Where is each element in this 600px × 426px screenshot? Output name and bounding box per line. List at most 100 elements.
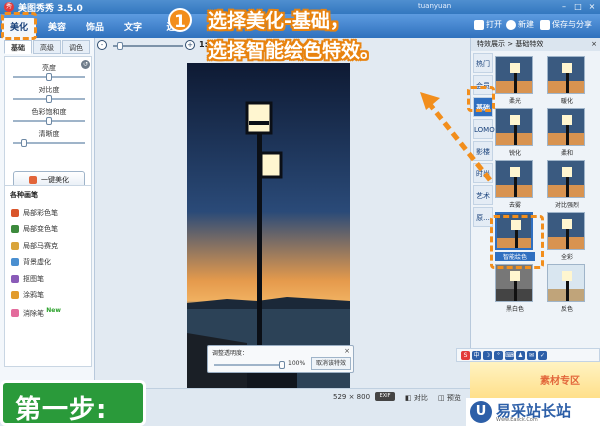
effect-label: 暖化 [560, 98, 573, 105]
zoom-in-icon[interactable]: + [185, 40, 195, 50]
new-button[interactable]: 新建 [506, 19, 534, 30]
contrast-slider[interactable] [13, 95, 85, 103]
brush-item[interactable]: 消除笔 New [11, 304, 91, 318]
subtab-color[interactable]: 调色 [62, 40, 90, 54]
step-badge: 第一步: [0, 380, 146, 426]
opacity-value: 100% [288, 360, 306, 367]
highlight-beautify-tab [1, 12, 37, 40]
recolor-brush-icon [11, 225, 19, 233]
cutout-brush-icon [11, 275, 19, 283]
effect-thumbnail[interactable] [547, 264, 585, 302]
zoom-slider[interactable] [113, 42, 183, 50]
brush-item[interactable]: 局部马赛克 [11, 239, 91, 253]
cancel-effect-button[interactable]: 取消该特效 [311, 357, 351, 370]
quick-tool-icon[interactable]: ☽ [483, 351, 492, 360]
quick-tool-icon[interactable]: ✓ [538, 351, 547, 360]
left-panel: 基础 高级 调色 ↺ 亮度 对比度 色彩饱和度 清晰度 一键美化 各种画笔 局部… [0, 38, 95, 406]
image-size: 529 × 800 [333, 393, 371, 401]
brush-item[interactable]: 局部变色笔 [11, 222, 91, 236]
opacity-thumb[interactable] [279, 361, 285, 369]
tab-text[interactable]: 文字 [116, 18, 150, 38]
site-logo-icon: U [470, 401, 492, 423]
lamp-post-photo [187, 63, 350, 393]
color-brush-icon [11, 209, 19, 217]
category-hot[interactable]: 热门 [473, 53, 493, 73]
subtab-advanced[interactable]: 高级 [33, 40, 61, 54]
quick-tool-icon[interactable]: ♟ [516, 351, 525, 360]
app-logo-icon: 秀 [4, 2, 14, 12]
brightness-slider[interactable] [13, 73, 85, 81]
quick-tool-icon[interactable]: S [461, 351, 470, 360]
effect-thumbnail[interactable] [547, 160, 585, 198]
effect-thumbnail[interactable] [495, 160, 533, 198]
effect-label: 对比强烈 [554, 202, 579, 209]
minimize-button[interactable]: – [558, 2, 570, 12]
quick-tool-icon[interactable]: ⌨ [505, 351, 514, 360]
open-button[interactable]: 打开 [474, 19, 502, 30]
effect-thumbnail[interactable] [547, 108, 585, 146]
callout-line-2: 选择智能绘色特效。 [208, 40, 380, 62]
effect-thumbnail[interactable] [495, 108, 533, 146]
tab-face[interactable]: 美容 [40, 18, 74, 38]
close-button[interactable]: × [586, 2, 598, 12]
compare-button[interactable]: ◧ 对比 [405, 393, 428, 403]
effect-thumbnail[interactable] [495, 56, 533, 94]
effect-label: 去雾 [508, 202, 521, 209]
effect-label: 全彩 [560, 254, 573, 261]
highlight-smart-color-effect [490, 215, 544, 269]
new-badge: New [46, 307, 61, 314]
opacity-label: 调整透明度： [212, 350, 249, 357]
blur-brush-icon [11, 258, 19, 266]
adjust-subtabs: 基础 高级 调色 [4, 40, 92, 54]
effect-label: 柔和 [560, 150, 573, 157]
site-watermark: U 易采站长站 Www.Easck.Com [466, 398, 600, 426]
effects-header: 特效展示 > 基础特效 × [471, 38, 600, 51]
effect-thumbnail[interactable] [547, 56, 585, 94]
effect-thumbnail[interactable] [495, 264, 533, 302]
effect-label: 锐化 [508, 150, 521, 157]
sharpness-slider[interactable] [13, 139, 85, 147]
callout-line-1: 选择美化-基础， [208, 10, 349, 32]
effects-close-button[interactable]: × [591, 38, 597, 51]
brushes-title: 各种画笔 [10, 191, 38, 199]
brush-item[interactable]: 涂鸦笔 [11, 288, 91, 302]
effect-thumbnail[interactable] [547, 212, 585, 250]
brush-item[interactable]: 背景虚化 [11, 255, 91, 269]
opacity-panel: 调整透明度： × 100% 取消该特效 [207, 345, 354, 373]
site-url: Www.Easck.Com [496, 417, 538, 423]
brush-item[interactable]: 抠图笔 [11, 272, 91, 286]
subtab-basic[interactable]: 基础 [4, 40, 32, 54]
quick-tool-icon[interactable]: ° [494, 351, 503, 360]
magic-icon [29, 176, 37, 184]
quick-tool-icon[interactable]: 中 [472, 351, 481, 360]
folder-icon [474, 19, 484, 30]
brushes-panel: 各种画笔 局部彩色笔 局部变色笔 局部马赛克 背景虚化 抠图笔 涂鸦笔 消除笔 … [4, 185, 92, 367]
pointer-arrow-icon [420, 92, 492, 182]
sharpness-label: 清晰度 [38, 130, 60, 138]
contrast-thumb[interactable] [46, 95, 52, 103]
effect-label: 反色 [560, 306, 573, 313]
maximize-button[interactable]: □ [572, 2, 584, 12]
quick-tool-icon[interactable]: ✉ [527, 351, 536, 360]
exif-button[interactable]: EXIF [375, 392, 395, 401]
effect-label: 黑白色 [505, 306, 524, 313]
effect-label: 柔光 [508, 98, 521, 105]
zoom-out-icon[interactable]: - [97, 40, 107, 50]
quick-toolbar: S 中 ☽ ° ⌨ ♟ ✉ ✓ [456, 348, 600, 362]
brush-item[interactable]: 局部彩色笔 [11, 206, 91, 220]
preview-button[interactable]: ◫ 预览 [438, 393, 461, 403]
saturation-label: 色彩饱和度 [31, 108, 67, 116]
user-name[interactable]: tuanyuan [418, 2, 451, 10]
doodle-brush-icon [11, 291, 19, 299]
opacity-slider[interactable] [214, 361, 285, 369]
save-share-button[interactable]: 保存与分享 [540, 19, 592, 30]
saturation-slider[interactable] [13, 117, 85, 125]
sharpness-thumb[interactable] [20, 139, 27, 147]
brightness-thumb[interactable] [46, 73, 52, 81]
plus-icon [506, 19, 516, 30]
tab-accessories[interactable]: 饰品 [78, 18, 112, 38]
edited-photo[interactable] [187, 63, 350, 393]
opacity-close-button[interactable]: × [344, 347, 350, 355]
saturation-thumb[interactable] [46, 117, 52, 125]
zoom-thumb[interactable] [117, 42, 123, 50]
